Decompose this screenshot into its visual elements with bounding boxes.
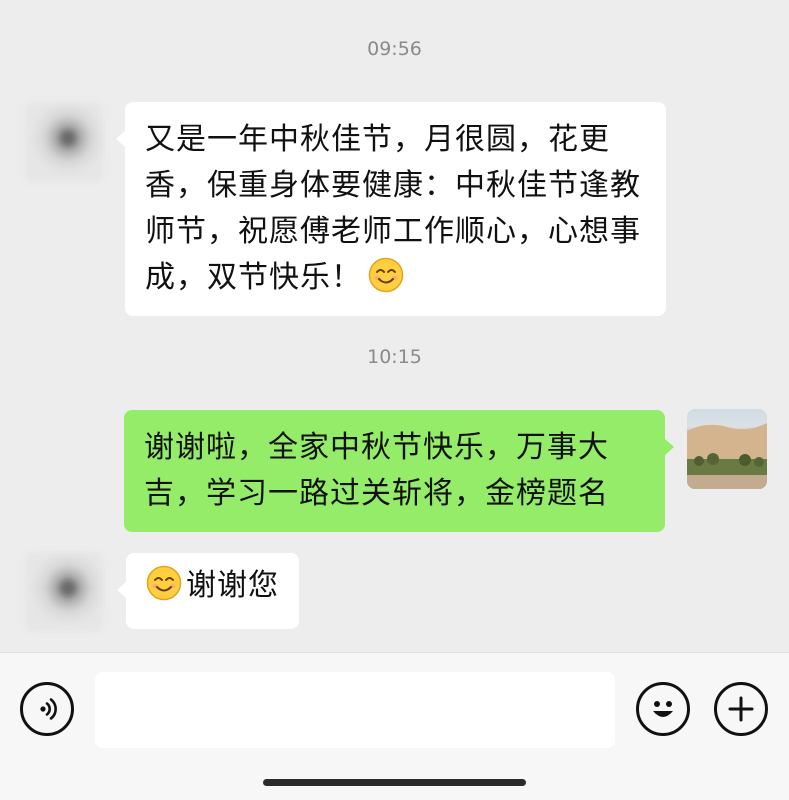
emoji-face-icon [653, 701, 673, 717]
contact-avatar[interactable] [24, 552, 104, 632]
chat-area[interactable]: 09:56 又是一年中秋佳节，月很圆，花更香，保重身体要健康：中秋佳节逢教师节，… [0, 0, 789, 652]
message-bubble-outgoing[interactable]: 谢谢啦，全家中秋节快乐，万事大吉，学习一路过关斩将，金榜题名 [124, 410, 674, 532]
desert-photo-icon [687, 423, 767, 489]
timestamp: 10:15 [367, 346, 422, 368]
message-bubble-incoming[interactable]: 又是一年中秋佳节，月很圆，花更香，保重身体要健康：中秋佳节逢教师节，祝愿傅老师工… [116, 102, 666, 316]
input-toolbar [0, 652, 789, 800]
message-bubble-incoming[interactable]: 谢谢您 [117, 553, 299, 629]
timestamp: 09:56 [367, 38, 422, 60]
contact-avatar[interactable] [24, 102, 104, 182]
emoji-button[interactable] [636, 682, 690, 736]
add-button[interactable] [714, 682, 768, 736]
message-input[interactable] [95, 672, 615, 748]
smiling-face-icon [146, 565, 182, 601]
smiling-face-icon [368, 257, 404, 293]
voice-wave-icon [40, 698, 57, 720]
plus-icon [728, 696, 754, 722]
message-text: 谢谢您 [186, 568, 279, 603]
voice-button[interactable] [20, 682, 74, 736]
my-avatar[interactable] [687, 409, 767, 489]
message-text: 谢谢啦，全家中秋节快乐，万事大吉，学习一路过关斩将，金榜题名 [144, 430, 609, 511]
home-indicator [263, 779, 526, 786]
